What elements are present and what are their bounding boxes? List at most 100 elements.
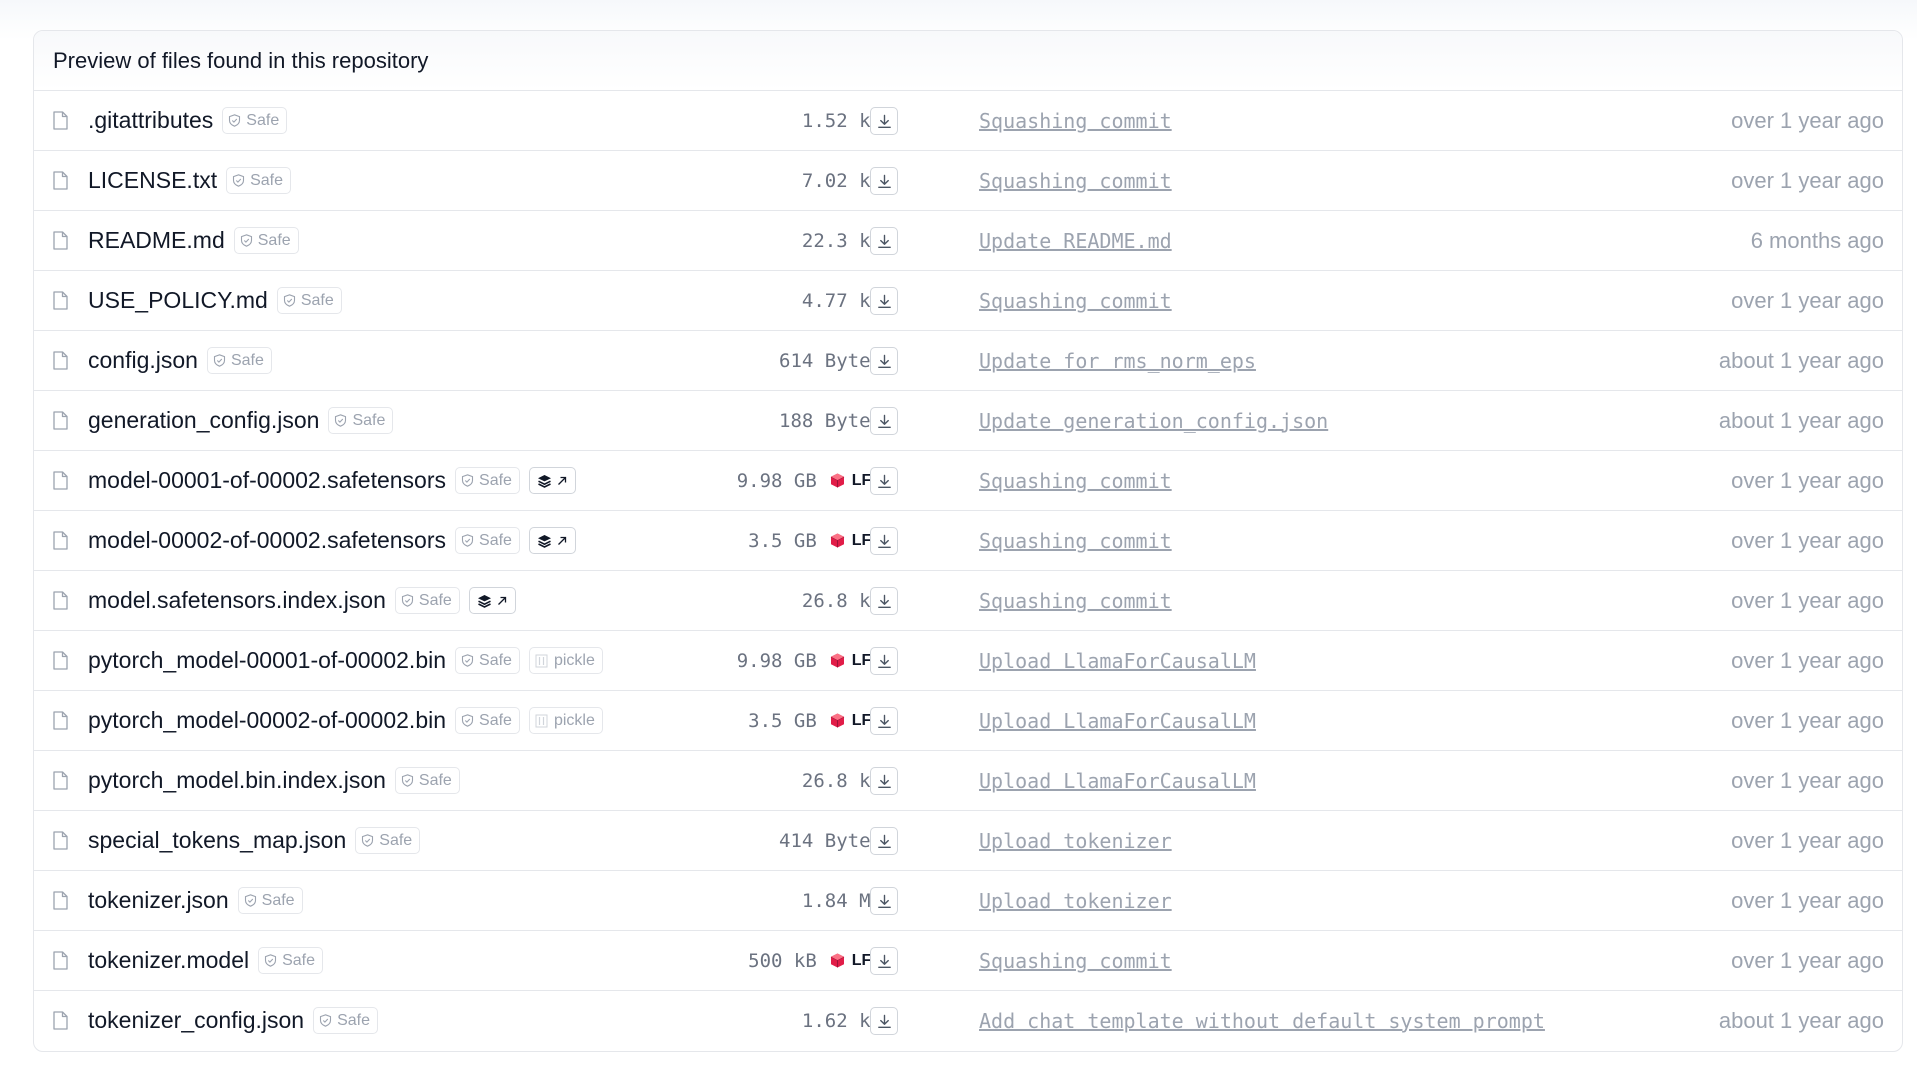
file-link[interactable]: tokenizer_config.json Safe: [53, 991, 378, 1050]
safe-badge[interactable]: Safe: [455, 527, 520, 554]
download-button[interactable]: [870, 167, 898, 195]
file-name[interactable]: tokenizer.json: [88, 887, 229, 914]
download-button[interactable]: [870, 707, 898, 735]
file-link[interactable]: pytorch_model-00002-of-00002.bin Safe pi…: [53, 691, 603, 750]
commit-message-link[interactable]: Squashing commit: [979, 151, 1172, 210]
file-row: tokenizer.model Safe 500 kB LFS Squashin…: [34, 931, 1902, 991]
file-name[interactable]: README.md: [88, 227, 225, 254]
commit-message-link[interactable]: Upload tokenizer: [979, 811, 1172, 870]
dataset-viewer-button[interactable]: [528, 527, 576, 554]
commit-message-link[interactable]: Squashing commit: [979, 91, 1172, 150]
safe-badge[interactable]: Safe: [313, 1007, 378, 1034]
file-name[interactable]: pytorch_model.bin.index.json: [88, 767, 386, 794]
file-link[interactable]: model-00001-of-00002.safetensors Safe: [53, 451, 576, 510]
download-button[interactable]: [870, 407, 898, 435]
commit-time: over 1 year ago: [1731, 887, 1884, 913]
file-name[interactable]: generation_config.json: [88, 407, 319, 434]
download-button[interactable]: [870, 587, 898, 615]
commit-message-link[interactable]: Upload LlamaForCausalLM: [979, 691, 1256, 750]
commit-message-link[interactable]: Update generation_config.json: [979, 391, 1328, 450]
commit-time: about 1 year ago: [1718, 407, 1884, 433]
file-link[interactable]: tokenizer.json Safe: [53, 871, 303, 930]
safe-badge[interactable]: Safe: [237, 887, 303, 914]
safe-badge[interactable]: Safe: [258, 947, 324, 974]
file-link[interactable]: LICENSE.txt Safe: [53, 151, 292, 210]
file-name[interactable]: model-00002-of-00002.safetensors: [88, 527, 446, 554]
download-button[interactable]: [870, 1007, 898, 1035]
pickle-label: pickle: [553, 651, 595, 669]
commit-message-link[interactable]: Upload LlamaForCausalLM: [979, 631, 1256, 690]
download-button[interactable]: [870, 827, 898, 855]
shield-check-icon: [240, 234, 252, 247]
download-button[interactable]: [870, 527, 898, 555]
file-name[interactable]: .gitattributes: [88, 107, 213, 134]
file-name[interactable]: special_tokens_map.json: [88, 827, 346, 854]
file-link[interactable]: model-00002-of-00002.safetensors Safe: [53, 511, 576, 570]
file-link[interactable]: tokenizer.model Safe: [53, 931, 324, 990]
file-name[interactable]: config.json: [88, 347, 198, 374]
commit-message-link[interactable]: Update for rms_norm_eps: [979, 331, 1256, 390]
file-name[interactable]: tokenizer_config.json: [88, 1007, 304, 1034]
download-button[interactable]: [870, 287, 898, 315]
file-row: pytorch_model-00001-of-00002.bin Safe pi…: [34, 631, 1902, 691]
file-icon: [53, 951, 68, 970]
safe-badge[interactable]: Safe: [222, 107, 288, 134]
file-icon: [53, 531, 68, 550]
commit-message-link[interactable]: Upload LlamaForCausalLM: [979, 751, 1256, 810]
commit-message-link[interactable]: Squashing commit: [979, 271, 1172, 330]
commit-message-link[interactable]: Squashing commit: [979, 571, 1172, 630]
download-button[interactable]: [870, 647, 898, 675]
download-button[interactable]: [870, 947, 898, 975]
download-button[interactable]: [870, 467, 898, 495]
file-link[interactable]: generation_config.json Safe: [53, 391, 394, 450]
file-link[interactable]: USE_POLICY.md Safe: [53, 271, 342, 330]
file-link[interactable]: special_tokens_map.json Safe: [53, 811, 421, 870]
file-link[interactable]: README.md Safe: [53, 211, 299, 270]
file-link[interactable]: pytorch_model.bin.index.json Safe: [53, 751, 460, 810]
pickle-badge[interactable]: pickle: [528, 707, 603, 734]
safe-badge[interactable]: Safe: [206, 347, 272, 374]
download-button[interactable]: [870, 227, 898, 255]
safe-badge[interactable]: Safe: [394, 587, 460, 614]
safe-badge[interactable]: Safe: [355, 827, 421, 854]
dataset-viewer-button[interactable]: [528, 467, 576, 494]
download-button[interactable]: [870, 347, 898, 375]
file-link[interactable]: config.json Safe: [53, 331, 272, 390]
panel-title: Preview of files found in this repositor…: [53, 47, 429, 73]
safe-badge[interactable]: Safe: [455, 707, 520, 734]
download-button[interactable]: [870, 887, 898, 915]
file-link[interactable]: model.safetensors.index.json Safe: [53, 571, 516, 630]
file-link[interactable]: pytorch_model-00001-of-00002.bin Safe pi…: [53, 631, 603, 690]
file-name[interactable]: LICENSE.txt: [88, 167, 217, 194]
safe-badge[interactable]: Safe: [233, 227, 299, 254]
file-name[interactable]: pytorch_model-00001-of-00002.bin: [88, 647, 446, 674]
download-button[interactable]: [870, 767, 898, 795]
file-icon: [53, 111, 68, 130]
file-link[interactable]: .gitattributes Safe: [53, 91, 288, 150]
pickle-badge[interactable]: pickle: [528, 647, 603, 674]
safe-badge[interactable]: Safe: [276, 287, 342, 314]
file-row: generation_config.json Safe 188 Bytes Up…: [34, 391, 1902, 451]
commit-message-link[interactable]: Squashing commit: [979, 511, 1172, 570]
safe-badge[interactable]: Safe: [226, 167, 292, 194]
download-button[interactable]: [870, 107, 898, 135]
commit-message-link[interactable]: Squashing commit: [979, 451, 1172, 510]
file-name[interactable]: model-00001-of-00002.safetensors: [88, 467, 446, 494]
commit-message-link[interactable]: Upload tokenizer: [979, 871, 1172, 930]
safe-badge[interactable]: Safe: [394, 767, 460, 794]
file-name[interactable]: USE_POLICY.md: [88, 287, 268, 314]
safe-badge[interactable]: Safe: [328, 407, 394, 434]
commit-message-link[interactable]: Add chat template without default system…: [979, 991, 1545, 1050]
commit-message-link[interactable]: Squashing commit: [979, 931, 1172, 990]
safe-badge[interactable]: Safe: [455, 467, 520, 494]
files-preview-panel: Preview of files found in this repositor…: [33, 30, 1903, 1052]
file-name[interactable]: tokenizer.model: [88, 947, 249, 974]
file-row: README.md Safe 22.3 kB Update README.md …: [34, 211, 1902, 271]
file-icon: [53, 1011, 68, 1030]
file-name[interactable]: pytorch_model-00002-of-00002.bin: [88, 707, 446, 734]
safe-badge[interactable]: Safe: [455, 647, 520, 674]
commit-message-link[interactable]: Update README.md: [979, 211, 1172, 270]
file-size: 9.98 GB LFS: [737, 631, 882, 690]
dataset-viewer-button[interactable]: [468, 587, 516, 614]
file-name[interactable]: model.safetensors.index.json: [88, 587, 386, 614]
